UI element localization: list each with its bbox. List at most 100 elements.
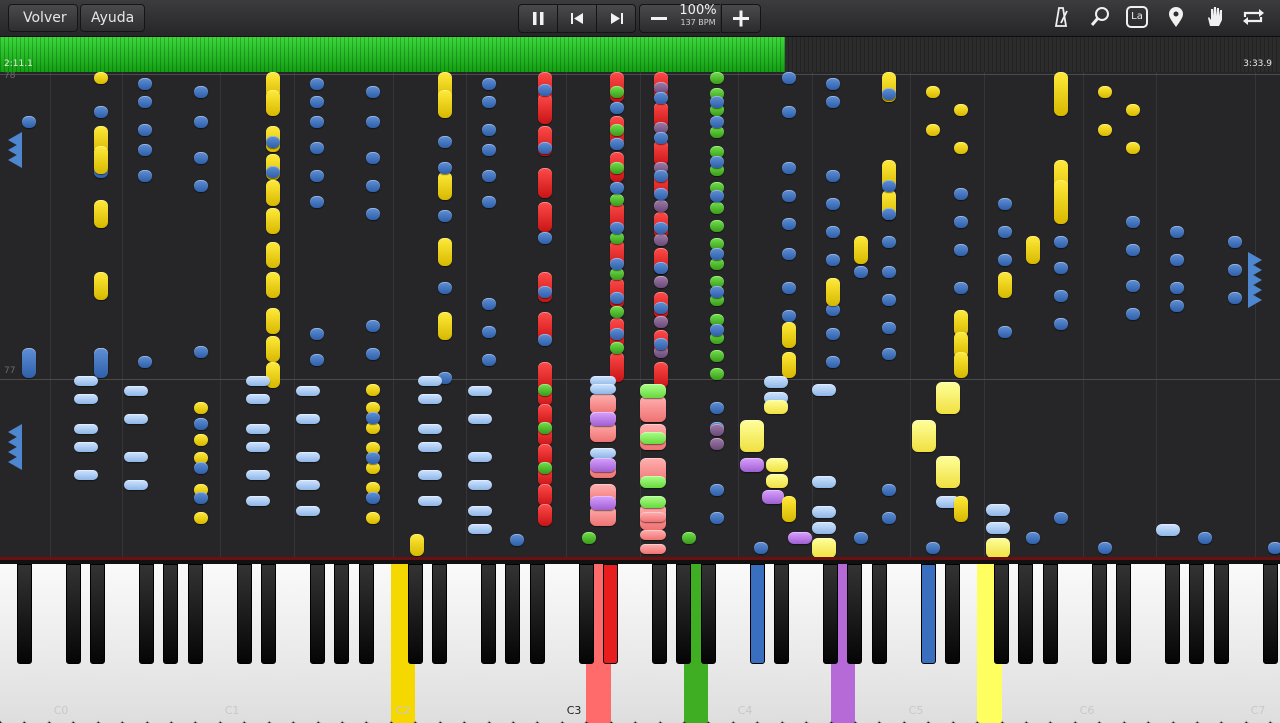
falling-note xyxy=(246,442,270,452)
black-key[interactable] xyxy=(16,564,32,664)
speed-up-button[interactable] xyxy=(721,4,761,33)
falling-note xyxy=(610,182,624,194)
hand-icon xyxy=(1208,7,1222,26)
metronome-button[interactable] xyxy=(1044,4,1078,30)
measure-line xyxy=(0,379,1280,380)
black-key[interactable] xyxy=(505,564,521,664)
falling-note xyxy=(266,272,280,298)
black-key[interactable] xyxy=(676,564,692,664)
song-progress-bar[interactable]: 2:11.1 3:33.9 xyxy=(0,37,1280,72)
black-key[interactable] xyxy=(652,564,668,664)
falling-note xyxy=(468,414,492,424)
black-key[interactable] xyxy=(65,564,81,664)
falling-note xyxy=(882,236,896,248)
black-key[interactable] xyxy=(432,564,448,664)
black-key[interactable] xyxy=(1165,564,1181,664)
falling-note xyxy=(538,94,552,124)
black-key[interactable] xyxy=(774,564,790,664)
falling-note xyxy=(826,328,840,340)
note-label-button[interactable]: La xyxy=(1120,4,1154,30)
black-key[interactable] xyxy=(578,564,594,664)
falling-note xyxy=(418,376,442,386)
falling-note xyxy=(194,346,208,358)
black-key[interactable] xyxy=(945,564,961,664)
black-key[interactable] xyxy=(1018,564,1034,664)
black-key[interactable] xyxy=(749,564,765,664)
black-key[interactable] xyxy=(407,564,423,664)
piano-keyboard[interactable]: C0 C1 C2 C3 C4 C5 C6 C7 xyxy=(0,557,1280,723)
black-key[interactable] xyxy=(700,564,716,664)
falling-note xyxy=(366,512,380,524)
black-key[interactable] xyxy=(261,564,277,664)
falling-note xyxy=(610,138,624,150)
falling-note xyxy=(246,496,270,506)
falling-note xyxy=(310,96,324,108)
black-key[interactable] xyxy=(334,564,350,664)
falling-note xyxy=(1054,180,1068,224)
falling-note xyxy=(782,248,796,260)
pause-button[interactable] xyxy=(518,4,558,33)
falling-note xyxy=(710,96,724,108)
black-key[interactable] xyxy=(1213,564,1229,664)
falling-note xyxy=(710,286,724,298)
black-key[interactable] xyxy=(236,564,252,664)
falling-note xyxy=(654,262,668,274)
black-key[interactable] xyxy=(847,564,863,664)
falling-note xyxy=(954,496,968,522)
black-key[interactable] xyxy=(358,564,374,664)
falling-note xyxy=(482,354,496,366)
black-key[interactable] xyxy=(1042,564,1058,664)
black-key[interactable] xyxy=(603,564,619,664)
help-button[interactable]: Ayuda xyxy=(80,4,146,32)
black-key[interactable] xyxy=(823,564,839,664)
falling-note xyxy=(418,470,442,480)
search-button[interactable] xyxy=(1083,4,1117,30)
falling-note xyxy=(538,384,552,396)
black-key[interactable] xyxy=(163,564,179,664)
falling-note xyxy=(610,306,624,318)
falling-note xyxy=(194,402,208,414)
loop-icon xyxy=(1243,9,1264,25)
black-key[interactable] xyxy=(1091,564,1107,664)
falling-note xyxy=(998,326,1012,338)
falling-note xyxy=(482,124,496,136)
falling-note xyxy=(610,162,624,174)
black-key[interactable] xyxy=(529,564,545,664)
black-key[interactable] xyxy=(1262,564,1278,664)
black-key[interactable] xyxy=(871,564,887,664)
black-key[interactable] xyxy=(1116,564,1132,664)
falling-note xyxy=(882,88,896,100)
next-button[interactable] xyxy=(596,4,636,33)
falling-note xyxy=(682,532,696,544)
black-key[interactable] xyxy=(920,564,936,664)
black-key[interactable] xyxy=(90,564,106,664)
falling-note xyxy=(654,338,668,350)
falling-note xyxy=(1170,282,1184,294)
black-key[interactable] xyxy=(139,564,155,664)
falling-note xyxy=(710,438,724,450)
falling-note xyxy=(826,198,840,210)
black-key[interactable] xyxy=(310,564,326,664)
back-button[interactable]: Volver xyxy=(8,4,78,32)
previous-button[interactable] xyxy=(557,4,597,33)
falling-note xyxy=(640,544,666,554)
black-key[interactable] xyxy=(481,564,497,664)
loop-button[interactable] xyxy=(1236,4,1270,30)
black-key[interactable] xyxy=(1189,564,1205,664)
falling-note xyxy=(410,534,424,556)
falling-note xyxy=(590,394,616,414)
falling-note xyxy=(812,522,836,534)
falling-note xyxy=(882,266,896,278)
falling-note xyxy=(1098,86,1112,98)
speed-down-button[interactable] xyxy=(639,4,679,33)
falling-note xyxy=(882,180,896,192)
falling-note xyxy=(710,424,724,436)
falling-notes-area[interactable]: 78 77 xyxy=(0,72,1280,557)
black-key[interactable] xyxy=(994,564,1010,664)
hand-button[interactable] xyxy=(1198,4,1232,30)
falling-note xyxy=(710,116,724,128)
location-button[interactable] xyxy=(1159,4,1193,30)
falling-note xyxy=(366,180,380,192)
black-key[interactable] xyxy=(187,564,203,664)
falling-note xyxy=(1126,104,1140,116)
